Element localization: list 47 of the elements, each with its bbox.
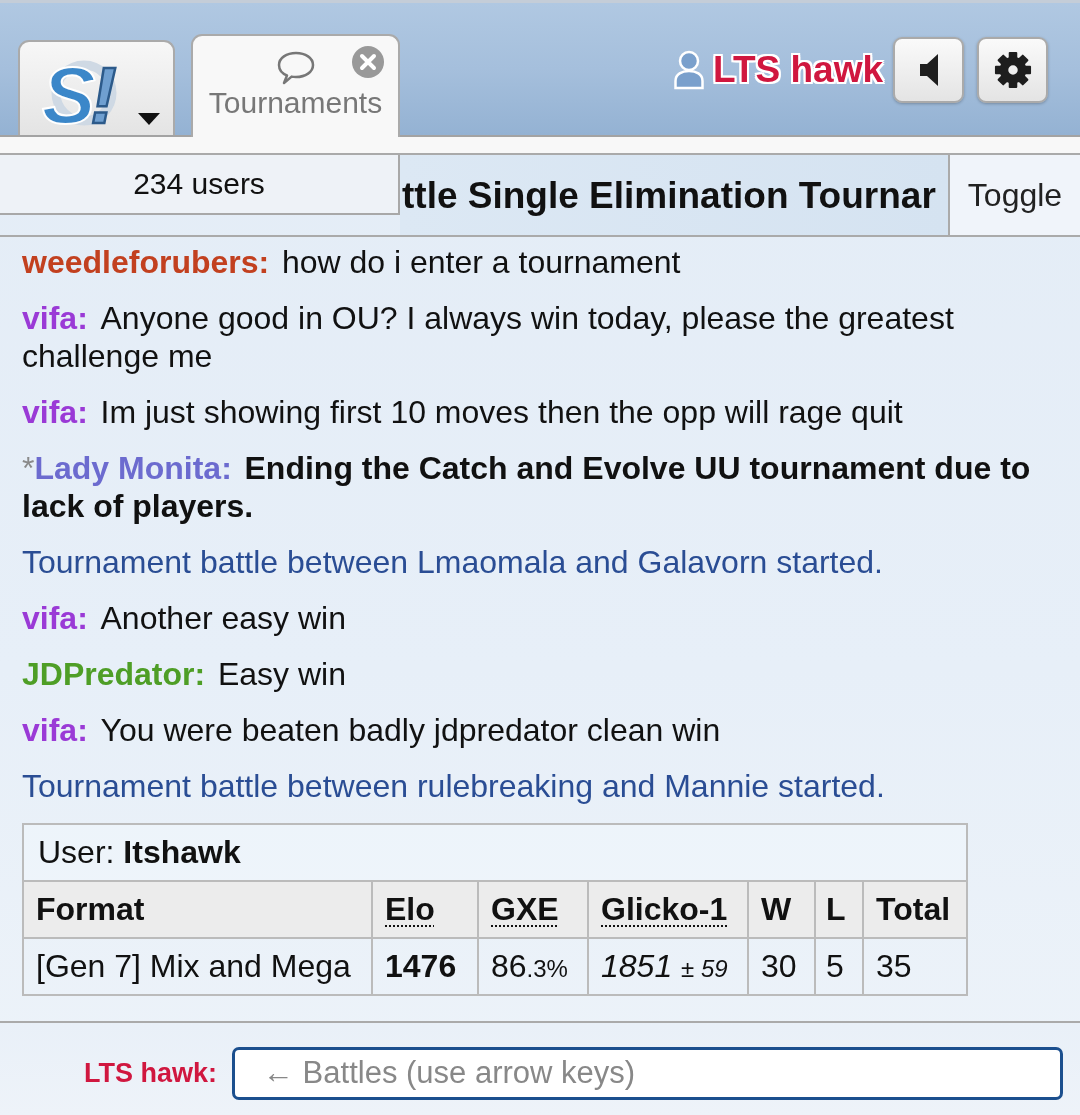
chat-message: vifa: You were beaten badly jdpredator clean win: [22, 711, 722, 749]
table-cell: 86.3%: [478, 938, 588, 995]
room-title: ttle Single Elimination Tournar: [400, 155, 948, 235]
column-header: L: [815, 881, 863, 938]
chat-message: vifa: Another easy win: [22, 599, 347, 637]
chat-message: vifa: Im just showing first 10 moves then the opp will rage quit: [22, 393, 904, 431]
user-icon[interactable]: [673, 50, 706, 90]
chat-username[interactable]: vifa:: [22, 712, 88, 748]
message-input[interactable]: ← Battles (use arrow keys): [232, 1046, 1063, 1100]
settings-button[interactable]: [977, 37, 1048, 103]
user-list-button[interactable]: 234 users: [0, 155, 400, 215]
table-cell: [Gen 7] Mix and Mega: [23, 938, 372, 995]
column-header: Format: [23, 881, 372, 938]
volume-button[interactable]: [893, 37, 964, 103]
table-cell: 35: [863, 938, 968, 995]
toggle-button[interactable]: Toggle: [948, 155, 1080, 235]
table-cell: 30: [748, 938, 815, 995]
chat-username[interactable]: vifa:: [22, 394, 88, 430]
table-cell: 5: [815, 938, 863, 995]
tournament-notice: Tournament battle between Lmaomala and Galavorn started.: [22, 543, 884, 581]
username-label: LTS hawk:: [83, 1057, 217, 1089]
chat-username[interactable]: vifa:: [22, 300, 88, 336]
chat-username[interactable]: *Lady Monita:: [22, 450, 232, 486]
column-header: Glicko-1: [588, 881, 748, 938]
home-tab[interactable]: S!: [18, 40, 175, 135]
chat-message: vifa: Anyone good in OU? I always win today, please the greatest challenge me: [22, 299, 955, 375]
ranking-user: User: Itshawk: [23, 824, 968, 881]
column-header: GXE: [478, 881, 588, 938]
settings-icon: [993, 51, 1032, 89]
chat-message: weedleforubers: how do i enter a tournament: [22, 243, 682, 281]
chat-username[interactable]: weedleforubers:: [22, 244, 270, 280]
caret-icon: [138, 113, 160, 125]
column-header: Total: [863, 881, 968, 938]
chat-username[interactable]: vifa:: [22, 600, 88, 636]
speaker-icon: [918, 53, 939, 87]
chat-username[interactable]: JDPredator:: [22, 656, 206, 692]
chat-bubble-icon: [276, 51, 315, 85]
chat-message: JDPredator: Easy win: [22, 655, 347, 693]
username[interactable]: LTS hawk: [713, 49, 883, 91]
column-header: W: [748, 881, 815, 938]
table-cell: 1851 ± 59: [588, 938, 748, 995]
close-icon[interactable]: [352, 46, 384, 78]
column-header: Elo: [372, 881, 478, 938]
room-tab[interactable]: Tournaments: [191, 34, 400, 137]
chat-message: *Lady Monita: Ending the Catch and Evolve UU tournament due to lack of players.: [22, 449, 1032, 525]
table-cell: 1476: [372, 938, 478, 995]
tournament-notice: Tournament battle between rulebreaking and Mannie started.: [22, 767, 886, 805]
